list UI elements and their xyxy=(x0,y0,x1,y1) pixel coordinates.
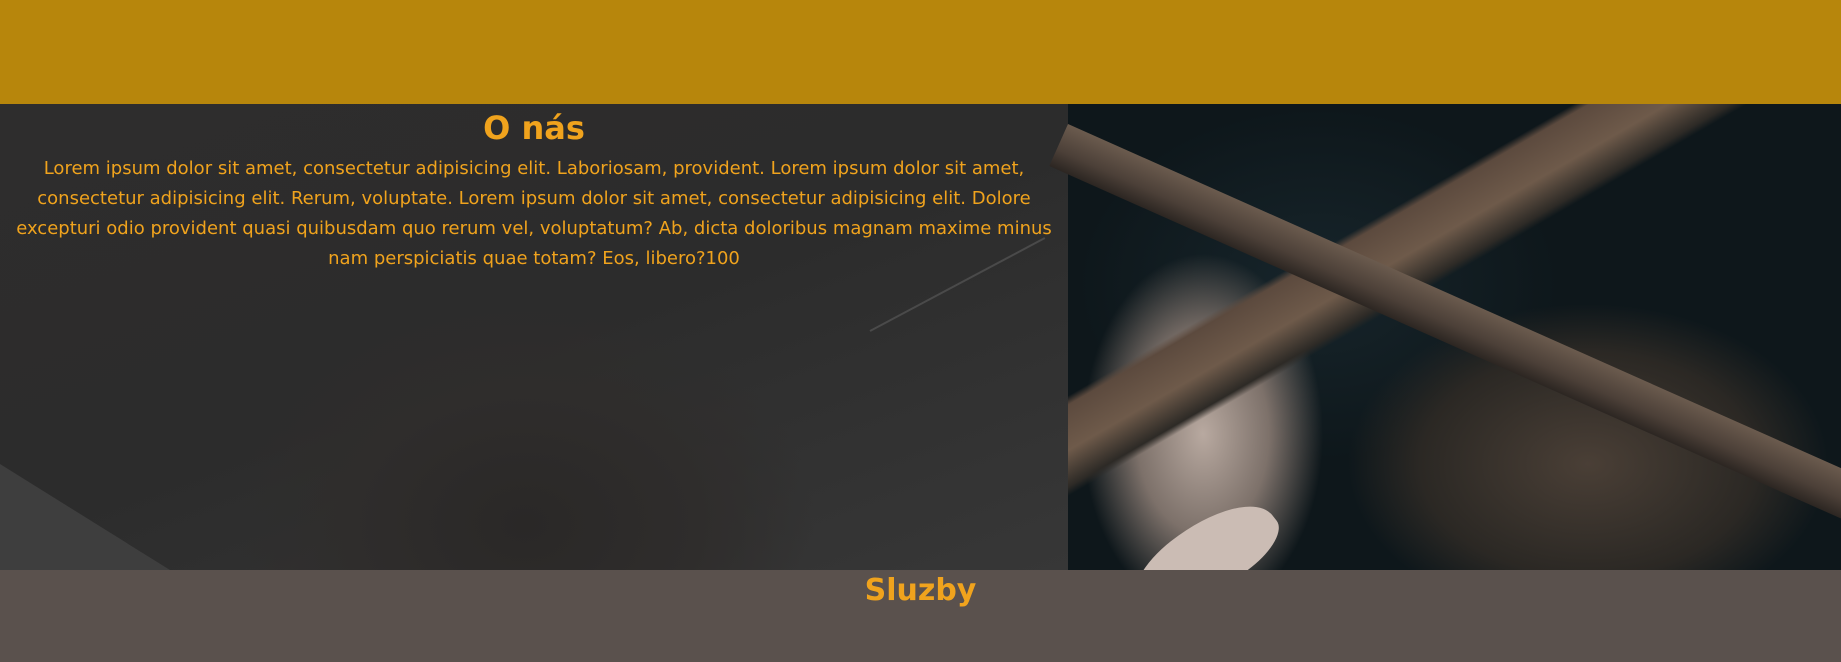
services-title: Sluzby xyxy=(864,573,977,608)
site-header xyxy=(0,0,1841,104)
about-section: O nás Lorem ipsum dolor sit amet, consec… xyxy=(0,104,1841,570)
services-section: Sluzby xyxy=(0,570,1841,662)
background-decoration xyxy=(0,464,170,570)
about-paragraph: Lorem ipsum dolor sit amet, consectetur … xyxy=(16,158,1052,269)
about-title: O nás xyxy=(483,109,585,147)
about-text-block: O nás Lorem ipsum dolor sit amet, consec… xyxy=(0,104,1068,274)
